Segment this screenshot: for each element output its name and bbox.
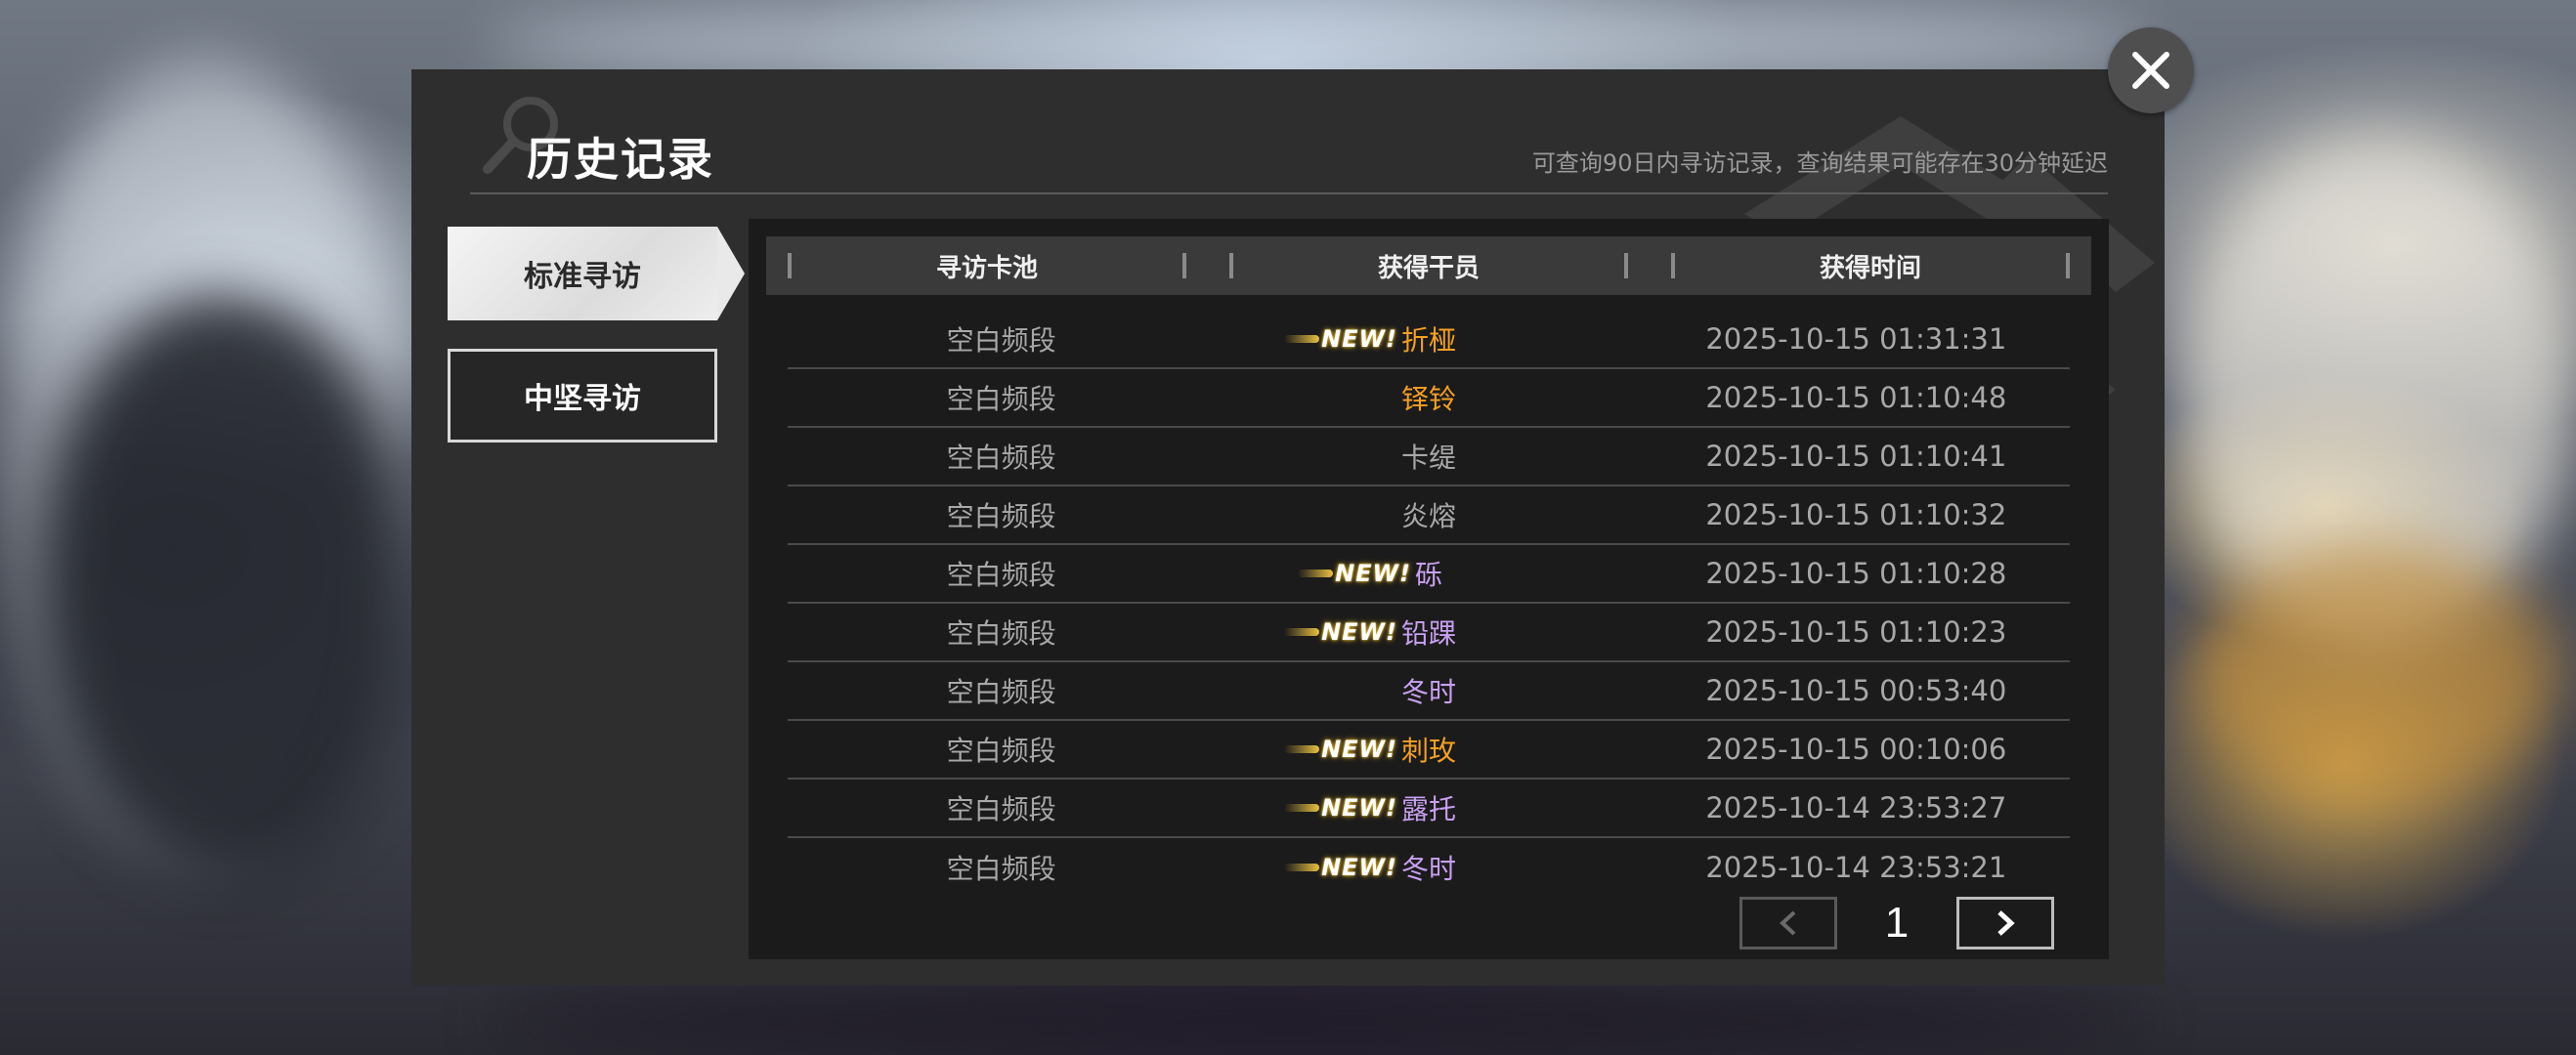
- operator-cell: NEW! 刺玫: [1215, 730, 1642, 769]
- operator-cell: NEW! 露托: [1215, 788, 1642, 827]
- operator-name: 冬时: [1400, 676, 1456, 708]
- table-body: 空白频段 NEW! 折桠 2025-10-15 01:31:31 空白频段 铎铃 2025-…: [788, 311, 2070, 897]
- time-cell: 2025-10-15 01:10:41: [1705, 440, 2007, 473]
- new-badge: NEW!: [1284, 794, 1397, 822]
- operator-cell: NEW! 砾: [1215, 554, 1642, 593]
- time-cell: 2025-10-15 00:53:40: [1705, 674, 2007, 707]
- close-button[interactable]: [2108, 27, 2194, 113]
- table-row: 空白频段 炎熔 2025-10-15 01:10:32: [788, 486, 2070, 545]
- table-row: 空白频段 铎铃 2025-10-15 01:10:48: [788, 369, 2070, 428]
- operator-cell: NEW! 冬时: [1215, 848, 1642, 887]
- tab-label: 中坚寻访: [524, 382, 641, 416]
- chevron-right-icon: [1997, 910, 2015, 936]
- pool-cell: 空白频段: [946, 853, 1056, 885]
- pool-cell: 空白频段: [946, 383, 1056, 415]
- new-badge: NEW!: [1284, 325, 1397, 353]
- operator-cell: NEW! 铅踝: [1215, 612, 1642, 652]
- pool-cell: 空白频段: [946, 559, 1056, 591]
- query-hint: 可查询90日内寻访记录，查询结果可能存在30分钟延迟: [1531, 149, 2108, 177]
- column-header-time: 获得时间: [1650, 236, 2091, 295]
- operator-cell: 冬时: [1215, 671, 1642, 710]
- operator-cell: 铎铃: [1215, 378, 1642, 417]
- operator-name: 铅踝: [1400, 617, 1456, 650]
- table-row: 空白频段 冬时 2025-10-15 00:53:40: [788, 662, 2070, 721]
- close-icon: [2132, 52, 2169, 89]
- operator-name: 铎铃: [1400, 383, 1456, 415]
- pool-cell: 空白频段: [946, 793, 1056, 825]
- table-header: 寻访卡池 获得干员 获得时间: [766, 236, 2091, 295]
- pool-cell: 空白频段: [946, 676, 1056, 708]
- time-cell: 2025-10-15 01:10:48: [1705, 381, 2007, 414]
- operator-name: 折桠: [1400, 324, 1456, 357]
- page-number: 1: [1884, 899, 1910, 947]
- operator-name: 卡缇: [1400, 442, 1456, 474]
- table-row: 空白频段 卡缇 2025-10-15 01:10:41: [788, 428, 2070, 486]
- pagination: 1: [1739, 897, 2054, 950]
- time-cell: 2025-10-15 01:31:31: [1705, 322, 2007, 356]
- prev-page-button[interactable]: [1739, 897, 1837, 950]
- operator-name: 炎熔: [1400, 500, 1456, 532]
- table-row: 空白频段 NEW! 冬时 2025-10-14 23:53:21: [788, 838, 2070, 897]
- new-badge: NEW!: [1284, 854, 1397, 881]
- table-row: 空白频段 NEW! 折桠 2025-10-15 01:31:31: [788, 311, 2070, 369]
- time-cell: 2025-10-15 01:10:32: [1705, 498, 2007, 531]
- time-cell: 2025-10-15 01:10:23: [1705, 615, 2007, 649]
- operator-name: 冬时: [1400, 853, 1456, 885]
- operator-cell: 卡缇: [1215, 437, 1642, 476]
- tab-label: 标准寻访: [524, 260, 641, 294]
- pool-cell: 空白频段: [946, 442, 1056, 474]
- next-page-button[interactable]: [1956, 897, 2054, 950]
- column-header-operator: 获得干员: [1208, 236, 1650, 295]
- pool-cell: 空白频段: [946, 324, 1056, 357]
- history-table-panel: 寻访卡池 获得干员 获得时间 空白频段 NEW! 折桠 2025-10-15 01:3…: [749, 219, 2109, 959]
- time-cell: 2025-10-14 23:53:27: [1705, 791, 2007, 824]
- chevron-left-icon: [1780, 910, 1796, 936]
- operator-name: 露托: [1400, 793, 1456, 825]
- page-title: 历史记录: [527, 133, 714, 186]
- pool-cell: 空白频段: [946, 735, 1056, 767]
- tab-core-headhunt[interactable]: 中坚寻访: [448, 349, 717, 443]
- title-divider: [470, 192, 2108, 194]
- new-badge: NEW!: [1298, 560, 1411, 587]
- time-cell: 2025-10-15 01:10:28: [1705, 557, 2007, 590]
- new-badge: NEW!: [1284, 618, 1397, 646]
- operator-cell: NEW! 折桠: [1215, 319, 1642, 359]
- operator-name: 砾: [1414, 559, 1442, 591]
- table-row: 空白频段 NEW! 露托 2025-10-14 23:53:27: [788, 780, 2070, 838]
- time-cell: 2025-10-14 23:53:21: [1705, 851, 2007, 884]
- tab-standard-headhunt[interactable]: 标准寻访: [448, 227, 745, 320]
- new-badge: NEW!: [1284, 736, 1397, 763]
- history-modal: 历史记录 可查询90日内寻访记录，查询结果可能存在30分钟延迟 标准寻访 中坚寻…: [411, 69, 2165, 986]
- operator-cell: 炎熔: [1215, 495, 1642, 534]
- time-cell: 2025-10-15 00:10:06: [1705, 733, 2007, 766]
- column-header-pool: 寻访卡池: [766, 236, 1208, 295]
- table-row: 空白频段 NEW! 砾 2025-10-15 01:10:28: [788, 545, 2070, 604]
- operator-name: 刺玫: [1400, 735, 1456, 767]
- pool-cell: 空白频段: [946, 500, 1056, 532]
- pool-cell: 空白频段: [946, 617, 1056, 650]
- table-row: 空白频段 NEW! 刺玫 2025-10-15 00:10:06: [788, 721, 2070, 780]
- table-row: 空白频段 NEW! 铅踝 2025-10-15 01:10:23: [788, 604, 2070, 662]
